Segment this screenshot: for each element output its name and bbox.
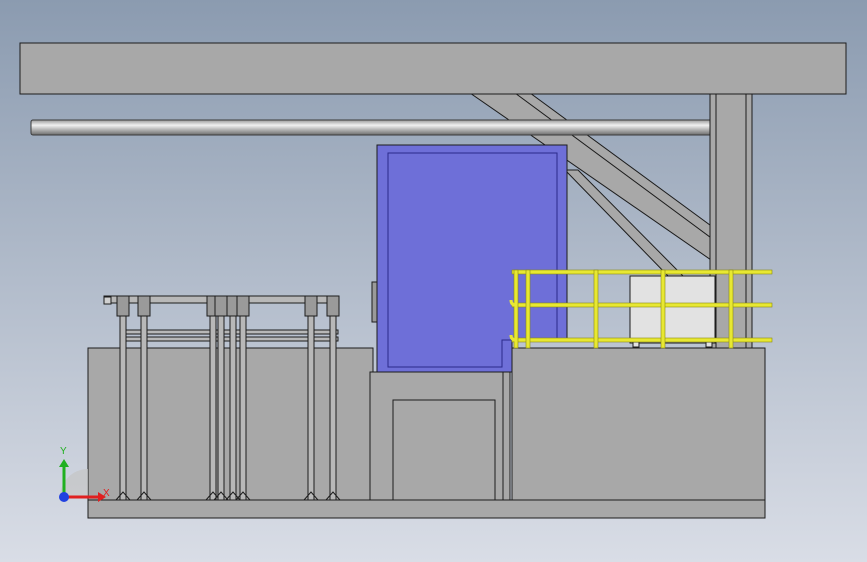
- access-door: [392, 399, 496, 501]
- rack-bracket-6: [236, 295, 250, 317]
- rack-post-3: [209, 299, 217, 501]
- rack-post-7: [307, 299, 315, 501]
- rack-lower-rail: [119, 336, 339, 342]
- rack-post-5: [229, 299, 237, 501]
- cad-viewport[interactable]: X Y: [0, 0, 867, 562]
- x-axis-label: X: [103, 488, 110, 499]
- rail-post-3: [593, 269, 599, 349]
- right-platform: [511, 347, 766, 501]
- assembly-drawing: X Y: [0, 0, 867, 562]
- rack-bracket-8: [326, 295, 340, 317]
- rail-post-5: [728, 269, 734, 349]
- rail-post-2: [525, 269, 531, 349]
- rack-bracket-2: [137, 295, 151, 317]
- rack-bracket-4: [214, 295, 228, 317]
- rack-post-4: [217, 299, 225, 501]
- rack-post-8: [329, 299, 337, 501]
- z-axis-dot: [59, 492, 69, 502]
- rack-bracket-7: [304, 295, 318, 317]
- rack-end-cap: [103, 296, 112, 305]
- top-beam: [19, 42, 847, 95]
- rack-mid-rail: [119, 329, 339, 335]
- rail-post-1: [513, 269, 519, 349]
- rack-post-2: [140, 299, 148, 501]
- electrical-cabinet: [629, 275, 716, 348]
- rail-post-4: [660, 269, 666, 349]
- rack-post-1: [119, 299, 127, 501]
- y-axis-label: Y: [60, 446, 67, 457]
- rack-bracket-1: [116, 295, 130, 317]
- rack-post-6: [239, 299, 247, 501]
- machine-base: [369, 371, 511, 501]
- horizontal-pipe: [30, 119, 714, 136]
- floor-slab: [87, 499, 766, 519]
